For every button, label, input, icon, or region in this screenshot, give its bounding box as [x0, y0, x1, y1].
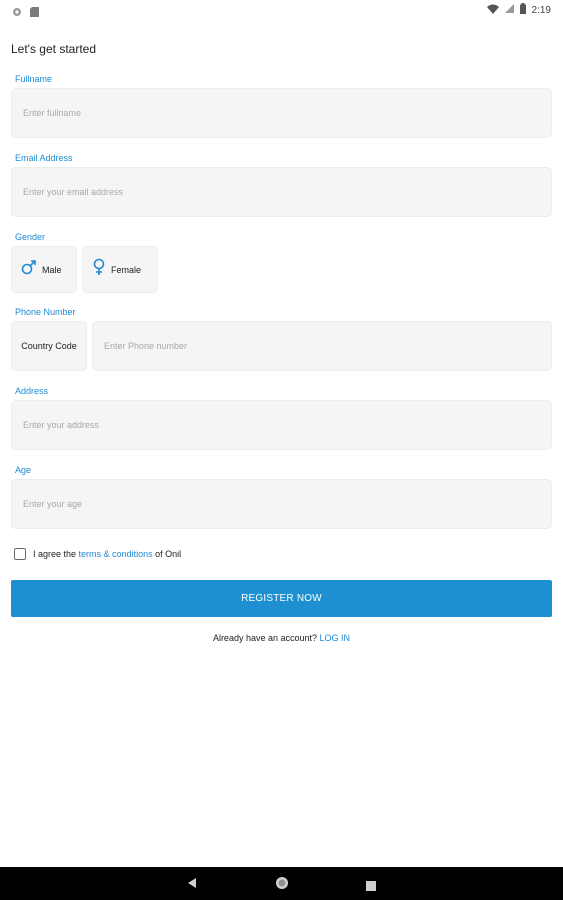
phone-input[interactable] [93, 322, 551, 370]
email-input[interactable] [12, 168, 551, 216]
terms-link[interactable]: terms & conditions [79, 549, 153, 559]
page-title: Let's get started [11, 42, 97, 56]
address-field-container [11, 400, 552, 450]
age-label: Age [15, 465, 32, 475]
gender-option-label: Male [42, 264, 62, 275]
login-link[interactable]: LOG IN [320, 633, 351, 643]
notification-icon [12, 4, 22, 22]
female-icon [91, 258, 107, 281]
register-button[interactable]: REGISTER NOW [11, 580, 552, 617]
signal-icon [504, 4, 514, 16]
country-code-button[interactable]: Country Code [11, 321, 87, 371]
gender-option-male[interactable]: Male [11, 246, 77, 293]
phone-field-container [92, 321, 552, 371]
fullname-input[interactable] [12, 89, 551, 137]
email-field-container [11, 167, 552, 217]
gender-option-female[interactable]: Female [82, 246, 158, 293]
address-label: Address [15, 386, 49, 396]
home-icon[interactable] [274, 875, 290, 896]
male-icon [20, 258, 38, 281]
age-input[interactable] [12, 480, 551, 528]
agree-row: I agree the terms & conditions of Onil [14, 548, 181, 560]
age-field-container [11, 479, 552, 529]
agree-checkbox[interactable] [14, 548, 26, 560]
email-label: Email Address [15, 153, 73, 163]
phone-label: Phone Number [15, 307, 76, 317]
login-prompt: Already have an account? [212, 633, 318, 643]
status-bar: 2:19 [0, 0, 563, 20]
agree-text: I agree the terms & conditions of Onil [33, 549, 181, 559]
recents-icon[interactable] [366, 878, 376, 896]
fullname-label: Fullname [15, 74, 53, 84]
sd-card-icon [30, 4, 39, 22]
battery-icon [519, 3, 526, 17]
address-input[interactable] [12, 401, 551, 449]
gender-option-label: Female [111, 264, 142, 275]
wifi-icon [486, 4, 499, 17]
status-left [12, 4, 39, 22]
gender-label: Gender [15, 232, 46, 242]
login-row: Already have an account? LOG IN [0, 633, 563, 643]
navigation-bar [0, 867, 563, 900]
agree-suffix: of Onil [155, 549, 182, 559]
status-time: 2:19 [531, 4, 551, 16]
status-right: 2:19 [486, 3, 551, 17]
agree-prefix: I agree the [33, 549, 77, 559]
back-icon[interactable] [186, 876, 198, 895]
fullname-field-container [11, 88, 552, 138]
